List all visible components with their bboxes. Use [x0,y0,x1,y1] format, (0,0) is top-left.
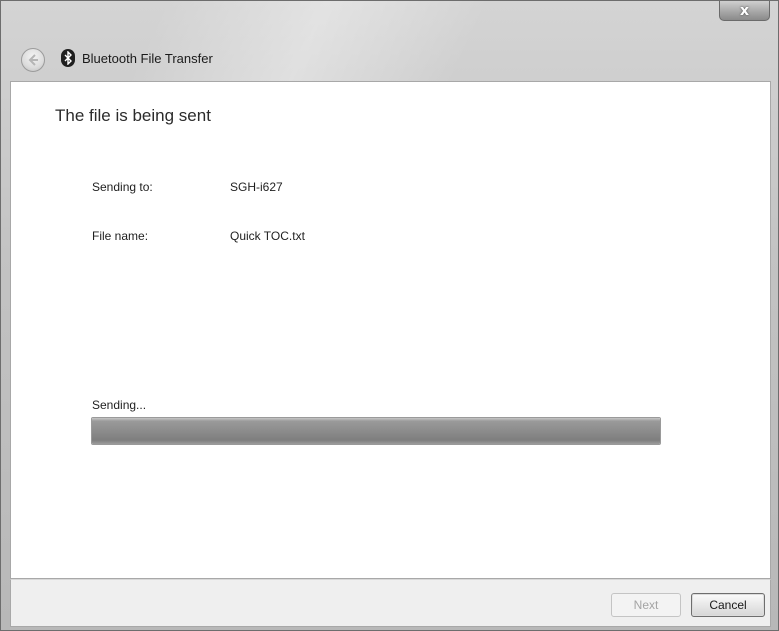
close-button[interactable]: x [719,1,770,21]
sending-to-value: SGH-i627 [230,180,283,194]
next-button[interactable]: Next [611,593,681,617]
file-name-label: File name: [92,229,149,243]
back-arrow-icon [28,54,38,66]
cancel-button[interactable]: Cancel [691,593,765,617]
content-panel [10,81,771,579]
progress-bar-fill [92,418,660,444]
back-button[interactable] [21,48,45,72]
window-title: Bluetooth File Transfer [82,51,213,66]
file-name-value: Quick TOC.txt [230,229,305,243]
page-heading: The file is being sent [55,106,211,125]
close-icon: x [739,2,750,19]
progress-bar [91,417,661,445]
title-bar-glass [1,1,779,81]
sending-to-label: Sending to: [92,180,153,194]
progress-label: Sending... [92,398,147,412]
dialog-window: x Bluetooth File Transfer The file is be… [0,0,779,631]
bluetooth-icon [61,49,75,67]
